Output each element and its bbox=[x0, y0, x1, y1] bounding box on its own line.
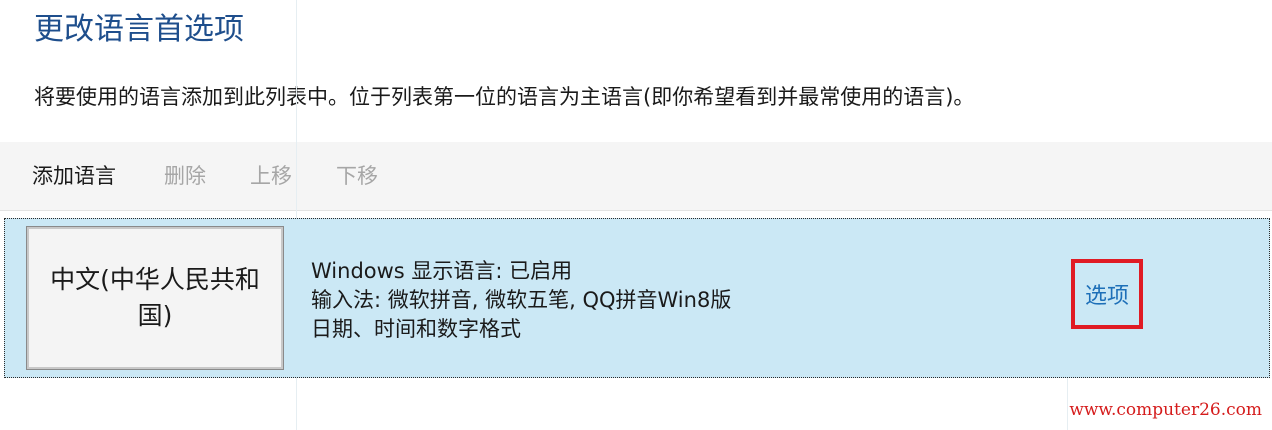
move-down-button[interactable]: 下移 bbox=[336, 160, 378, 192]
language-toolbar: 添加语言 删除 上移 下移 bbox=[0, 142, 1272, 211]
page-title: 更改语言首选项 bbox=[34, 12, 244, 47]
add-language-button[interactable]: 添加语言 bbox=[32, 160, 116, 192]
language-tile[interactable]: 中文(中华人民共和国) bbox=[26, 226, 284, 370]
language-details: Windows 显示语言: 已启用 输入法: 微软拼音, 微软五笔, QQ拼音W… bbox=[311, 257, 731, 344]
language-list-item[interactable]: 中文(中华人民共和国) Windows 显示语言: 已启用 输入法: 微软拼音,… bbox=[4, 218, 1270, 378]
site-watermark: www.computer26.com bbox=[1069, 400, 1262, 420]
language-preferences-window: 更改语言首选项 将要使用的语言添加到此列表中。位于列表第一位的语言为主语言(即你… bbox=[0, 0, 1272, 430]
display-language-status: Windows 显示语言: 已启用 bbox=[311, 259, 573, 283]
language-options-link[interactable]: 选项 bbox=[1085, 278, 1129, 310]
input-methods: 输入法: 微软拼音, 微软五笔, QQ拼音Win8版 bbox=[311, 288, 732, 312]
page-description: 将要使用的语言添加到此列表中。位于列表第一位的语言为主语言(即你希望看到并最常使… bbox=[34, 85, 975, 109]
delete-language-button[interactable]: 删除 bbox=[164, 160, 206, 192]
options-highlight-box: 选项 bbox=[1071, 259, 1143, 329]
move-up-button[interactable]: 上移 bbox=[250, 160, 292, 192]
language-name: 中文(中华人民共和国) bbox=[50, 265, 260, 330]
date-time-number-format: 日期、时间和数字格式 bbox=[311, 317, 521, 341]
